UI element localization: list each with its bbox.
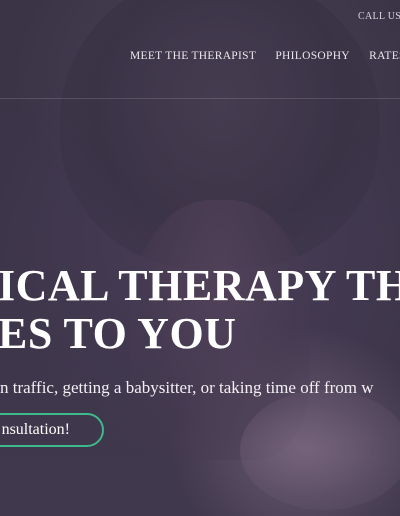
hero-background-hand bbox=[240, 390, 400, 510]
hero-section: CALL US: MEET THE THERAPIST PHILOSOPHY R… bbox=[0, 0, 400, 516]
consultation-button[interactable]: nsultation! bbox=[0, 413, 104, 447]
nav-item-meet-the-therapist[interactable]: MEET THE THERAPIST bbox=[130, 50, 256, 62]
hero-headline: ICAL THERAPY TH ES TO YOU bbox=[0, 262, 400, 358]
hero-headline-line-2: ES TO YOU bbox=[0, 309, 237, 358]
hero-headline-line-1: ICAL THERAPY TH bbox=[0, 261, 400, 310]
nav-item-rates[interactable]: RATES bbox=[369, 50, 400, 62]
call-us-text[interactable]: CALL US: bbox=[358, 11, 400, 22]
nav-item-philosophy[interactable]: PHILOSOPHY bbox=[275, 50, 350, 62]
call-us-label: CALL US: bbox=[358, 11, 400, 22]
consultation-button-label: nsultation! bbox=[1, 421, 70, 438]
main-nav: MEET THE THERAPIST PHILOSOPHY RATES bbox=[130, 50, 400, 62]
hero-subtext: n traffic, getting a babysitter, or taki… bbox=[0, 378, 374, 397]
header-divider bbox=[0, 98, 400, 99]
